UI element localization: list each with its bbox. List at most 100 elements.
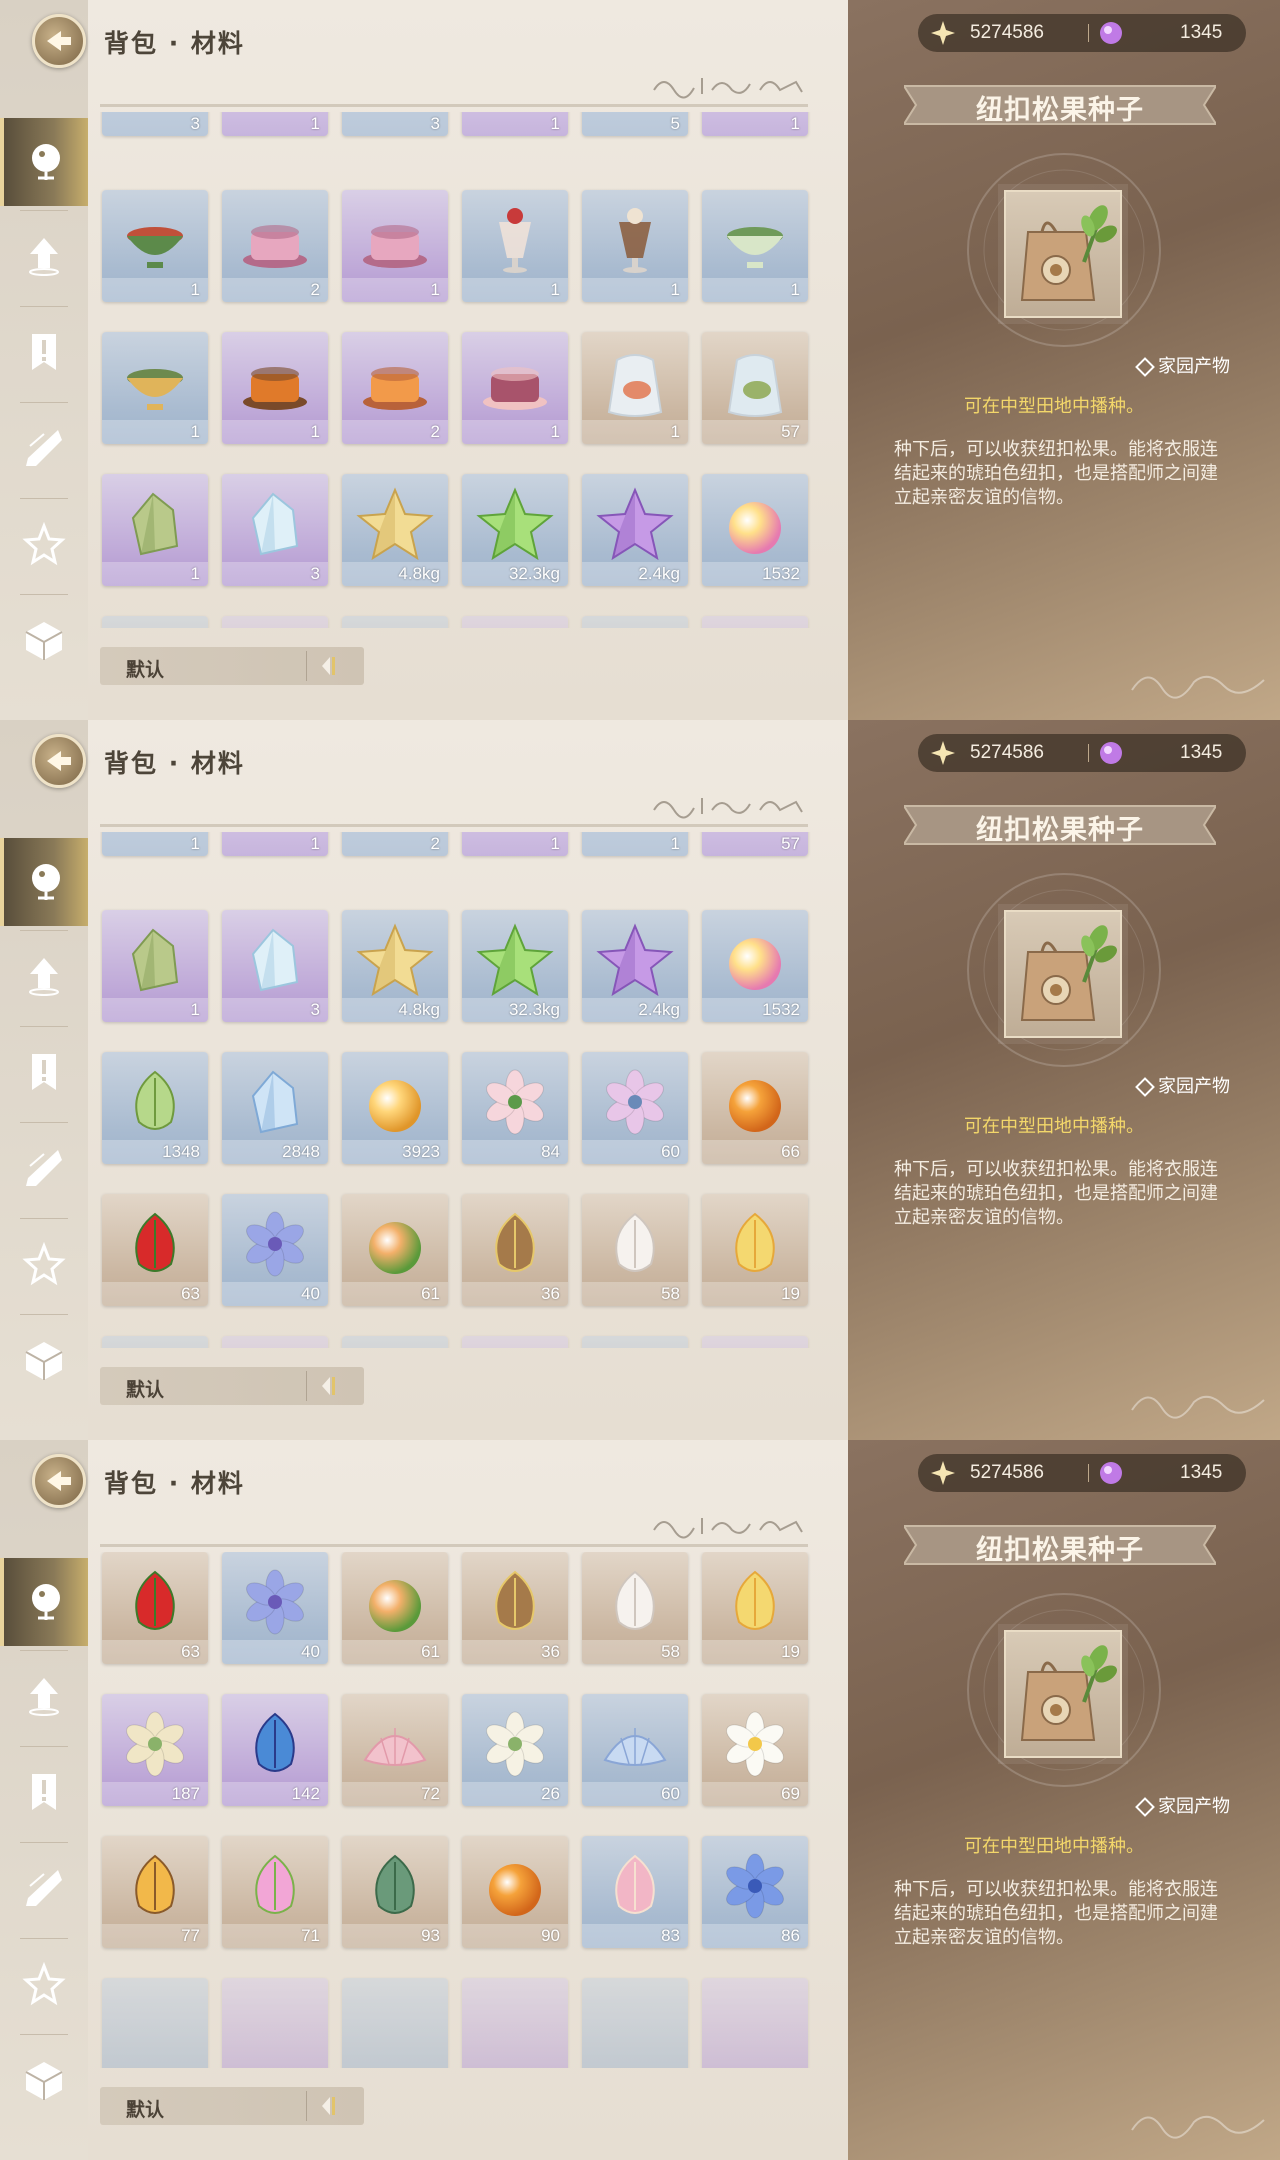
sidebar-item-crystal[interactable] [0,406,88,494]
item-slot[interactable]: 1 [102,190,208,302]
item-slot[interactable] [222,1336,328,1348]
item-slot[interactable]: 3923 [342,1052,448,1164]
item-slot[interactable]: 19 [702,1194,808,1306]
item-slot[interactable]: 83 [582,1836,688,1948]
item-slot[interactable]: 5 [582,112,688,136]
item-slot[interactable]: 32.3kg [462,474,568,586]
item-slot[interactable]: 40 [222,1552,328,1664]
sidebar-item-star[interactable] [0,1942,88,2030]
item-slot[interactable]: 1532 [702,474,808,586]
item-slot[interactable] [582,1336,688,1348]
sort-toggle-icon[interactable] [316,653,346,679]
item-slot[interactable]: 3 [222,910,328,1022]
item-slot[interactable]: 60 [582,1694,688,1806]
item-slot[interactable] [462,616,568,628]
sidebar-item-box[interactable] [0,2038,88,2126]
item-slot[interactable] [582,1978,688,2068]
item-slot[interactable]: 36 [462,1552,568,1664]
sort-dropdown[interactable]: 默认 [100,647,364,685]
back-button[interactable] [32,14,86,68]
item-slot[interactable] [462,1978,568,2068]
item-slot[interactable]: 86 [702,1836,808,1948]
item-slot[interactable] [702,616,808,628]
sidebar-item-materials[interactable] [0,838,88,926]
sidebar-item-materials[interactable] [0,1558,88,1646]
item-slot[interactable]: 1 [222,112,328,136]
item-slot[interactable]: 40 [222,1194,328,1306]
item-slot[interactable]: 84 [462,1052,568,1164]
item-slot[interactable]: 3 [222,474,328,586]
item-slot[interactable]: 90 [462,1836,568,1948]
item-slot[interactable]: 2 [222,190,328,302]
item-slot[interactable]: 1 [462,112,568,136]
sort-dropdown[interactable]: 默认 [100,1367,364,1405]
item-slot[interactable]: 1 [222,332,328,444]
sidebar-item-upgrade[interactable] [0,934,88,1022]
item-slot[interactable]: 57 [702,832,808,856]
item-slot[interactable]: 4.8kg [342,474,448,586]
item-slot[interactable] [102,1336,208,1348]
item-slot[interactable]: 36 [462,1194,568,1306]
item-slot[interactable]: 69 [702,1694,808,1806]
item-slot[interactable]: 63 [102,1552,208,1664]
sidebar-item-star[interactable] [0,1222,88,1310]
sidebar-item-crystal[interactable] [0,1126,88,1214]
item-slot[interactable]: 1 [102,832,208,856]
item-slot[interactable]: 187 [102,1694,208,1806]
item-slot[interactable] [462,1336,568,1348]
item-slot[interactable]: 58 [582,1552,688,1664]
back-button[interactable] [32,1454,86,1508]
item-slot[interactable]: 72 [342,1694,448,1806]
sidebar-item-notice[interactable] [0,1750,88,1838]
item-slot[interactable]: 2.4kg [582,910,688,1022]
sort-toggle-icon[interactable] [316,1373,346,1399]
item-slot[interactable]: 57 [702,332,808,444]
item-slot[interactable]: 2848 [222,1052,328,1164]
item-slot[interactable]: 1 [462,832,568,856]
item-slot[interactable]: 1 [102,910,208,1022]
item-slot[interactable]: 32.3kg [462,910,568,1022]
item-slot[interactable]: 1 [102,332,208,444]
item-slot[interactable]: 19 [702,1552,808,1664]
item-slot[interactable] [582,616,688,628]
item-slot[interactable] [102,1978,208,2068]
item-slot[interactable]: 2 [342,332,448,444]
sidebar-item-crystal[interactable] [0,1846,88,1934]
item-slot[interactable] [702,1978,808,2068]
item-slot[interactable]: 2.4kg [582,474,688,586]
item-slot[interactable]: 1 [702,190,808,302]
item-slot[interactable] [342,616,448,628]
item-slot[interactable]: 1 [102,474,208,586]
item-slot[interactable]: 1 [222,832,328,856]
item-slot[interactable]: 93 [342,1836,448,1948]
item-slot[interactable]: 61 [342,1552,448,1664]
sort-toggle-icon[interactable] [316,2093,346,2119]
sidebar-item-upgrade[interactable] [0,214,88,302]
item-slot[interactable] [702,1336,808,1348]
back-button[interactable] [32,734,86,788]
sidebar-item-notice[interactable] [0,1030,88,1118]
item-slot[interactable]: 2 [342,832,448,856]
item-slot[interactable]: 4.8kg [342,910,448,1022]
sidebar-item-notice[interactable] [0,310,88,398]
item-slot[interactable] [222,616,328,628]
item-slot[interactable] [102,616,208,628]
item-slot[interactable]: 1348 [102,1052,208,1164]
sidebar-item-box[interactable] [0,1318,88,1406]
item-slot[interactable]: 77 [102,1836,208,1948]
item-slot[interactable] [342,1336,448,1348]
item-slot[interactable]: 142 [222,1694,328,1806]
sidebar-item-upgrade[interactable] [0,1654,88,1742]
item-slot[interactable]: 1 [342,190,448,302]
item-slot[interactable]: 1 [462,190,568,302]
item-slot[interactable]: 60 [582,1052,688,1164]
sidebar-item-box[interactable] [0,598,88,686]
item-slot[interactable] [342,1978,448,2068]
item-slot[interactable]: 3 [342,112,448,136]
sidebar-item-materials[interactable] [0,118,88,206]
sidebar-item-star[interactable] [0,502,88,590]
item-slot[interactable]: 1532 [702,910,808,1022]
item-slot[interactable]: 66 [702,1052,808,1164]
item-slot[interactable]: 1 [582,190,688,302]
item-slot[interactable]: 61 [342,1194,448,1306]
